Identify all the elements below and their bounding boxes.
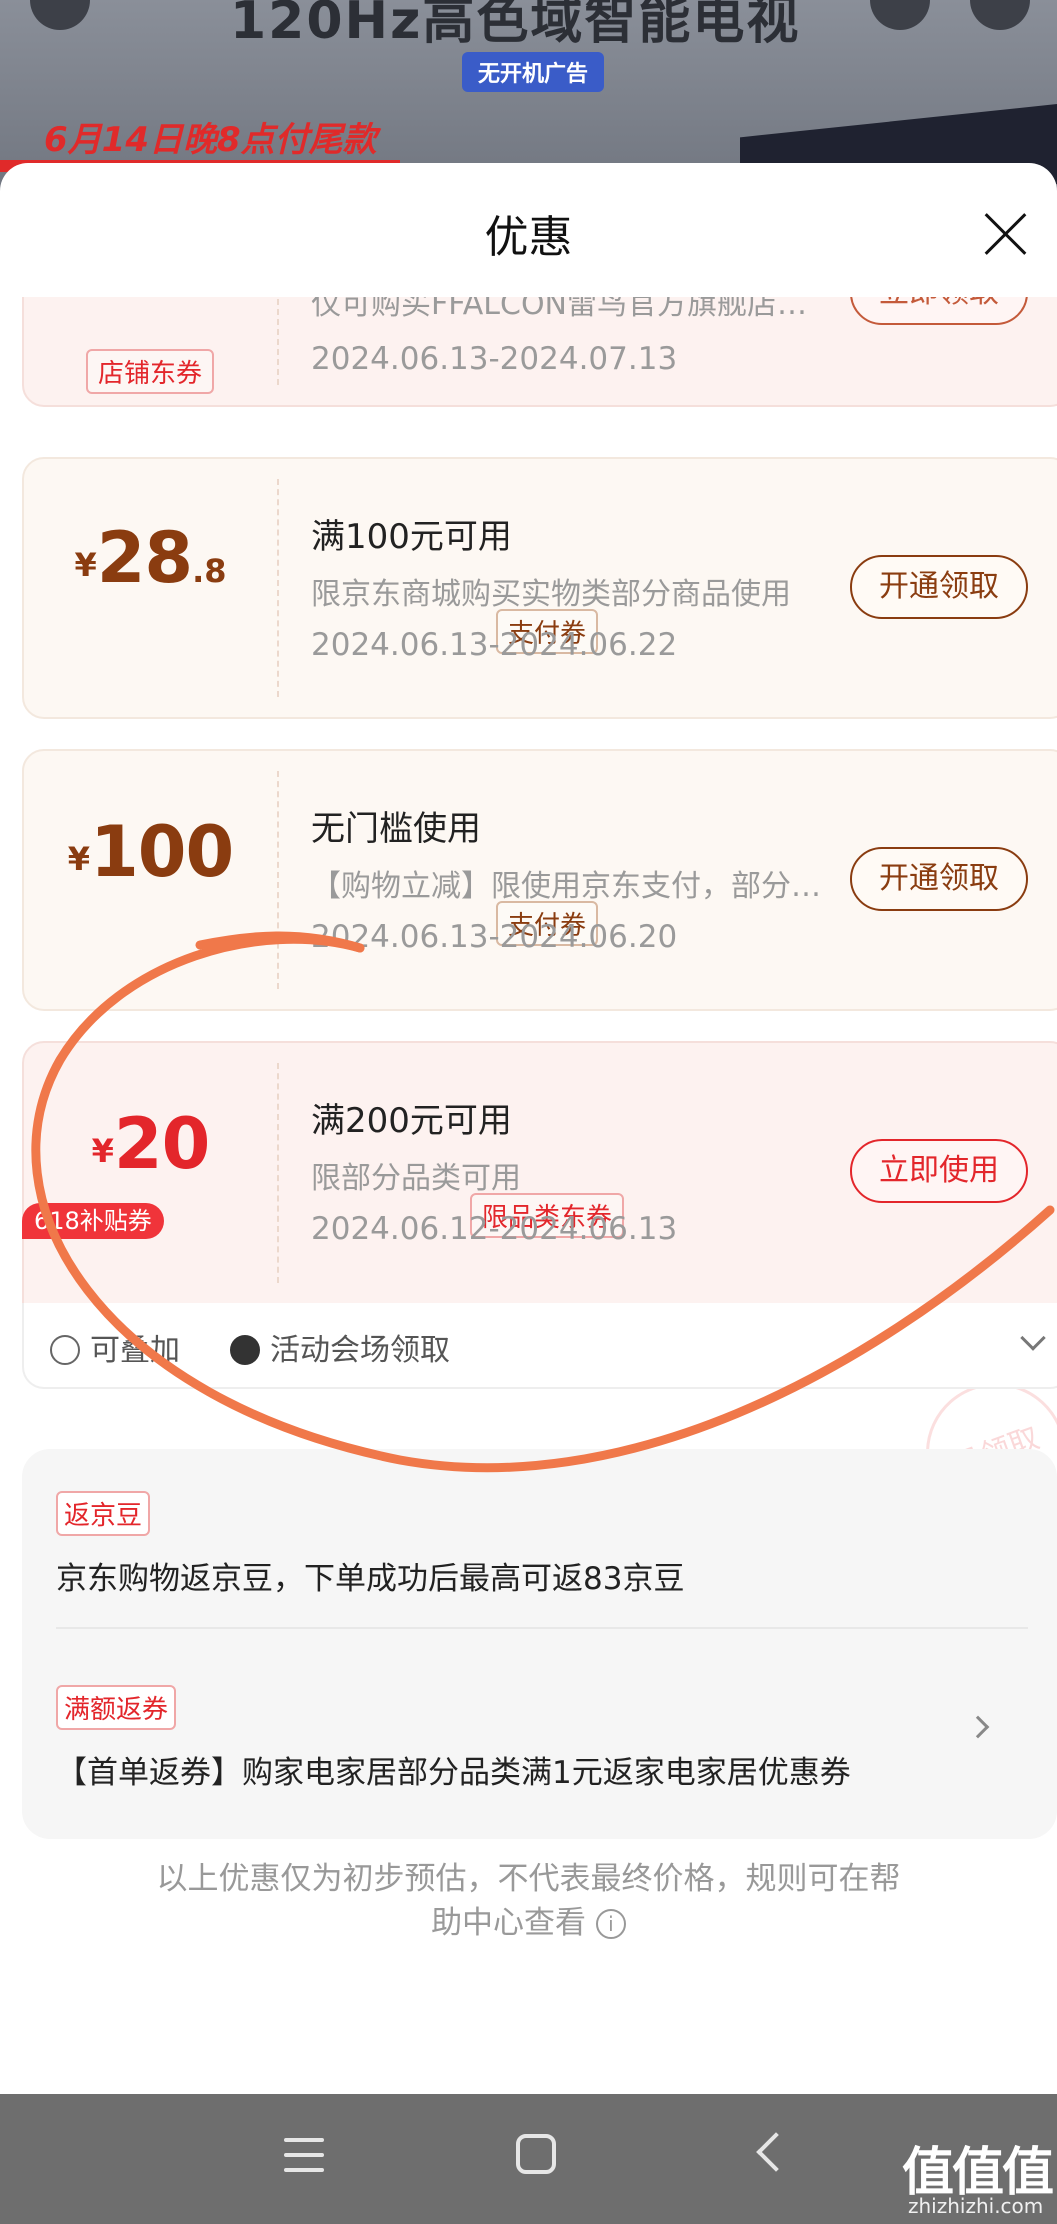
watermark-site: zhizhizhi.com <box>908 2194 1044 2218</box>
background-circle-icon <box>870 0 930 30</box>
discount-sheet: 优惠 店铺东券 仅可购买FFALCON雷鸟官方旗舰店商品 2024.06.13-… <box>0 163 1057 2094</box>
stackable-label: 可叠加 <box>50 1325 180 1369</box>
coupon-desc: 【购物立减】限使用京东支付，部分商品可用 <box>311 869 831 904</box>
coupon-desc: 限部分品类可用 <box>311 1161 521 1196</box>
coupon-type-tag: 店铺东券 <box>85 349 215 394</box>
coupon-divider <box>277 297 279 385</box>
coupon-list[interactable]: 店铺东券 仅可购买FFALCON雷鸟官方旗舰店商品 2024.06.13-202… <box>0 297 1057 2094</box>
coupon-desc: 限京东商城购买实物类部分商品使用 <box>311 577 791 612</box>
rebate-text[interactable]: 【首单返券】购家电家居部分品类满1元返家电家居优惠券 <box>56 1747 851 1792</box>
disclaimer: 以上优惠仅为初步预估，不代表最终价格，规则可在帮 助中心查看 i <box>120 1857 937 1945</box>
background-badge: 无开机广告 <box>462 52 605 92</box>
coupon-title: 满200元可用 <box>311 1101 512 1141</box>
coupon-divider <box>277 1063 279 1283</box>
sheet-title: 优惠 <box>484 212 573 263</box>
coupon-footer: 可叠加 活动会场领取 <box>22 1303 1057 1389</box>
recent-apps-icon[interactable] <box>284 2138 324 2174</box>
divider <box>56 1627 1028 1629</box>
activate-claim-button[interactable]: 开通领取 <box>850 847 1028 911</box>
coupon-divider <box>277 479 279 697</box>
claim-button[interactable]: 立即领取 <box>850 297 1028 325</box>
background-circle-icon <box>30 0 90 30</box>
info-icon[interactable]: i <box>595 1909 626 1939</box>
coupon-card-store: 店铺东券 仅可购买FFALCON雷鸟官方旗舰店商品 2024.06.13-202… <box>22 297 1057 407</box>
source-text: 活动会场领取 <box>270 1333 450 1368</box>
chevron-down-icon[interactable] <box>1020 1325 1046 1351</box>
amount-value: 28 <box>96 517 193 599</box>
coupon-amount: ¥28.8 <box>24 517 277 599</box>
rebate-card: 返京豆 京东购物返京豆，下单成功后最高可返83京豆 满额返券 【首单返券】购家电… <box>22 1449 1057 1839</box>
back-icon[interactable] <box>756 2132 796 2172</box>
background-product-title: 120Hz高色域智能电视 <box>230 0 801 51</box>
disclaimer-text: 助中心查看 <box>431 1905 587 1941</box>
coupon-card-category-20: ¥20 限品类东券 满200元可用 限部分品类可用 2024.06.12-202… <box>22 1041 1057 1305</box>
close-icon[interactable] <box>980 209 1030 259</box>
currency-symbol: ¥ <box>91 1132 114 1170</box>
coupon-card-payment-100: ¥100 支付券 无门槛使用 【购物立减】限使用京东支付，部分商品可用 2024… <box>22 749 1057 1011</box>
ticket-icon <box>230 1335 260 1365</box>
chevron-right-icon[interactable] <box>966 1715 990 1739</box>
home-icon[interactable] <box>516 2134 556 2174</box>
background-circle-icon <box>970 0 1030 30</box>
activate-claim-button[interactable]: 开通领取 <box>850 555 1028 619</box>
coupon-amount: ¥100 <box>24 811 277 893</box>
stackable-icon <box>50 1335 80 1365</box>
coupon-amount: ¥20 <box>24 1103 277 1185</box>
coupon-date: 2024.06.13-2024.07.13 <box>311 341 678 377</box>
source-label: 活动会场领取 <box>230 1325 450 1369</box>
use-now-button[interactable]: 立即使用 <box>850 1139 1028 1203</box>
amount-value: 20 <box>113 1103 210 1185</box>
rebate-text: 京东购物返京豆，下单成功后最高可返83京豆 <box>56 1561 685 1597</box>
amount-value: 100 <box>90 811 234 893</box>
rebate-tag: 返京豆 <box>56 1491 151 1536</box>
currency-symbol: ¥ <box>67 840 91 878</box>
disclaimer-line-1: 以上优惠仅为初步预估，不代表最终价格，规则可在帮 <box>156 1861 901 1897</box>
coupon-divider <box>277 771 279 989</box>
amount-decimal: .8 <box>192 552 227 590</box>
coupon-date: 2024.06.13-2024.06.22 <box>311 627 678 663</box>
disclaimer-line-2: 助中心查看 i <box>120 1901 937 1945</box>
subsidy-badge: 618补贴券 <box>22 1203 164 1239</box>
coupon-card-payment-28: ¥28.8 支付券 满100元可用 限京东商城购买实物类部分商品使用 2024.… <box>22 457 1057 719</box>
rebate-tag: 满额返券 <box>56 1685 177 1730</box>
coupon-date: 2024.06.12-2024.06.13 <box>311 1211 678 1247</box>
coupon-date: 2024.06.13-2024.06.20 <box>311 919 678 955</box>
system-nav-bar <box>0 2094 1057 2224</box>
coupon-title: 无门槛使用 <box>311 809 481 849</box>
stackable-text: 可叠加 <box>90 1333 180 1368</box>
coupon-title: 满100元可用 <box>311 517 512 557</box>
coupon-desc: 仅可购买FFALCON雷鸟官方旗舰店商品 <box>311 297 831 322</box>
background-promo-text: 6月14日晚8点付尾款 <box>44 120 377 160</box>
currency-symbol: ¥ <box>74 546 97 584</box>
